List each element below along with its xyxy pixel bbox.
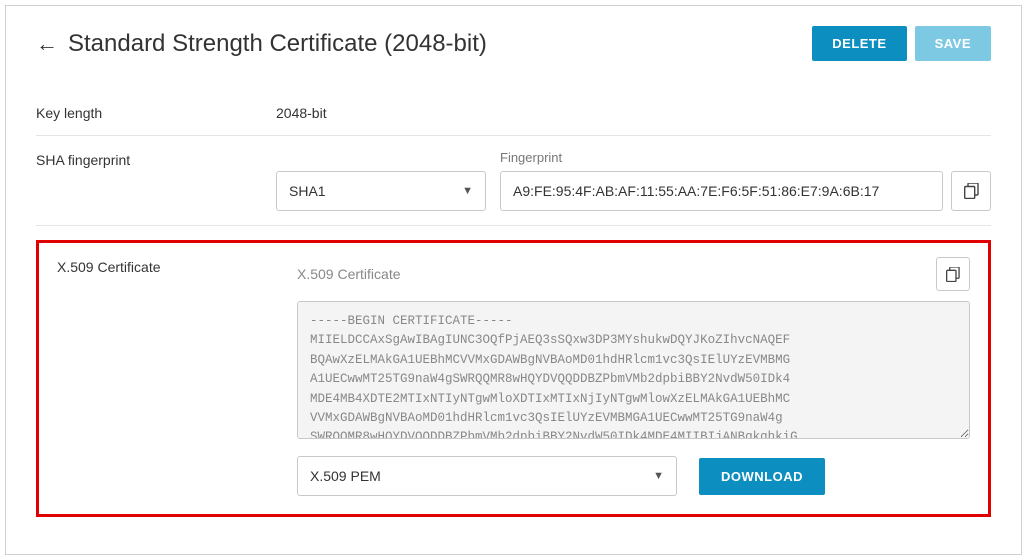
key-length-section: Key length 2048-bit	[36, 89, 991, 136]
x509-highlight-box: X.509 Certificate X.509 Certificate X.50…	[36, 240, 991, 517]
page-title: Standard Strength Certificate (2048-bit)	[68, 30, 804, 58]
key-length-value: 2048-bit	[276, 103, 327, 121]
format-selected-value: X.509 PEM	[310, 468, 381, 484]
fingerprint-section: SHA fingerprint SHA1 ▼ Fingerprint A9:FE…	[36, 136, 991, 226]
chevron-down-icon: ▼	[462, 185, 473, 197]
fingerprint-group: Fingerprint A9:FE:95:4F:AB:AF:11:55:AA:7…	[500, 150, 991, 211]
back-arrow-icon[interactable]: ←	[36, 31, 58, 57]
delete-button[interactable]: DELETE	[812, 26, 906, 61]
certificate-detail-page: ← Standard Strength Certificate (2048-bi…	[5, 5, 1022, 555]
fingerprint-sub-label: Fingerprint	[500, 150, 991, 165]
sha-algorithm-select[interactable]: SHA1 ▼	[276, 171, 486, 211]
download-button[interactable]: DOWNLOAD	[699, 458, 825, 495]
fingerprint-label: SHA fingerprint	[36, 150, 276, 211]
save-button[interactable]: SAVE	[915, 26, 991, 61]
sha-selected-value: SHA1	[289, 183, 326, 199]
chevron-down-icon: ▼	[653, 470, 664, 482]
certificate-pem-textarea[interactable]	[297, 301, 970, 439]
x509-section: X.509 Certificate X.509 Certificate X.50…	[57, 257, 970, 496]
certificate-format-select[interactable]: X.509 PEM ▼	[297, 456, 677, 496]
key-length-label: Key length	[36, 103, 276, 121]
fingerprint-value-field[interactable]: A9:FE:95:4F:AB:AF:11:55:AA:7E:F6:5F:51:8…	[500, 171, 943, 211]
copy-icon	[946, 267, 960, 282]
header-row: ← Standard Strength Certificate (2048-bi…	[36, 26, 991, 61]
copy-icon	[964, 183, 979, 199]
x509-sub-label: X.509 Certificate	[297, 266, 936, 282]
copy-fingerprint-button[interactable]	[951, 171, 991, 211]
x509-label: X.509 Certificate	[57, 257, 297, 496]
copy-certificate-button[interactable]	[936, 257, 970, 291]
